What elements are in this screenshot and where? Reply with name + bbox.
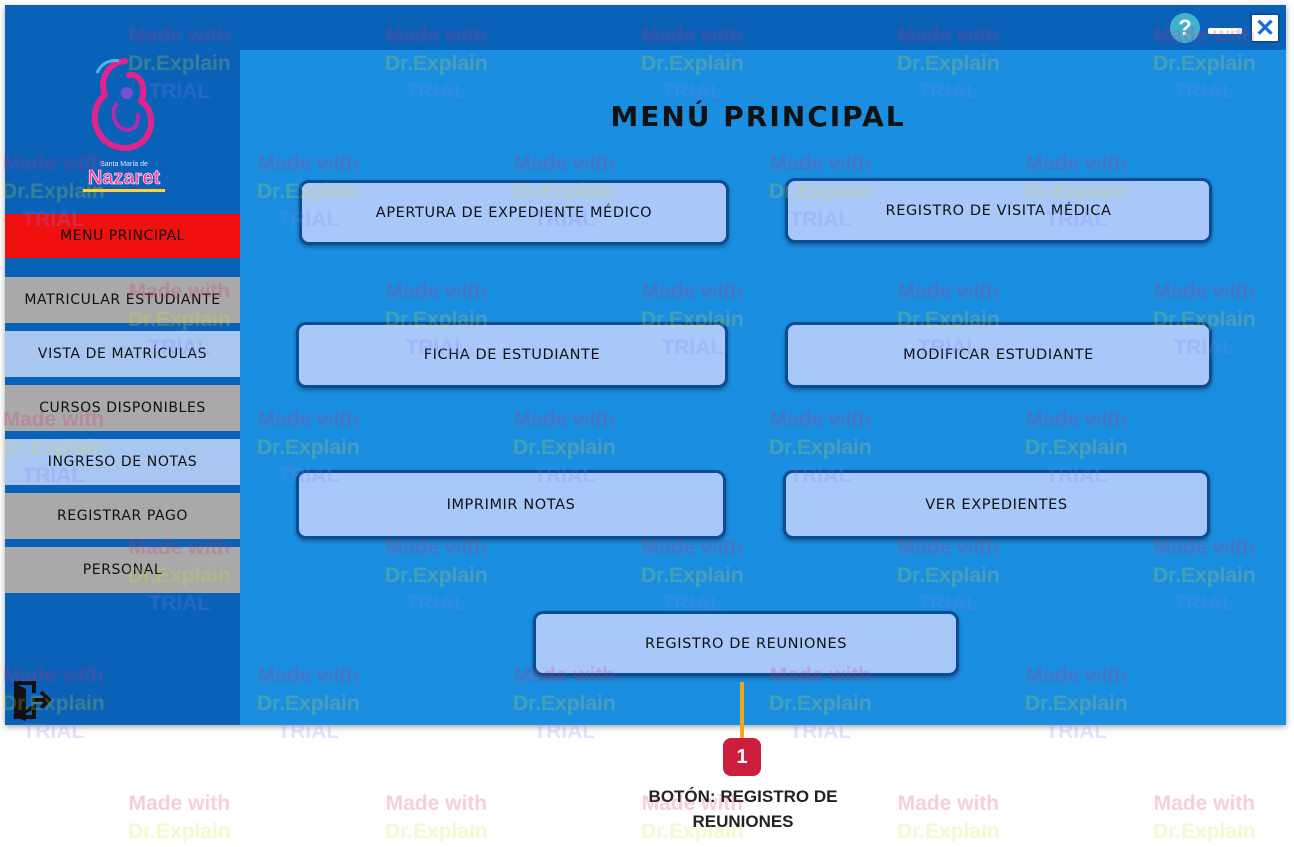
help-icon[interactable]: ? bbox=[1170, 13, 1200, 43]
callout-label-line1: BOTÓN: REGISTRO DE bbox=[648, 787, 838, 806]
ficha-estudiante-button[interactable]: FICHA DE ESTUDIANTE bbox=[296, 322, 728, 388]
callout-line bbox=[740, 682, 744, 738]
sidebar-item-personal[interactable]: PERSONAL bbox=[5, 547, 240, 593]
school-logo: Santa María de Nazaret bbox=[83, 58, 165, 192]
callout-label-line2: REUNIONES bbox=[692, 812, 794, 831]
apertura-expediente-button[interactable]: APERTURA DE EXPEDIENTE MÉDICO bbox=[299, 180, 729, 245]
sidebar-item-cursos-disponibles[interactable]: CURSOS DISPONIBLES bbox=[5, 385, 240, 431]
exit-door-icon[interactable] bbox=[8, 679, 52, 723]
watermark: Made with Dr.Explain bbox=[128, 792, 231, 843]
sidebar-item-vista-de-matriculas[interactable]: VISTA DE MATRÍCULAS bbox=[5, 331, 240, 377]
watermark: Made with Dr.Explain bbox=[1153, 792, 1256, 843]
imprimir-notas-button[interactable]: IMPRIMIR NOTAS bbox=[296, 470, 726, 539]
callout-label: BOTÓN: REGISTRO DE REUNIONES bbox=[608, 784, 878, 834]
minimize-icon[interactable] bbox=[1208, 28, 1242, 34]
watermark: Made with Dr.Explain bbox=[385, 792, 488, 843]
logo-text-main: Nazaret bbox=[88, 167, 161, 189]
modificar-estudiante-button[interactable]: MODIFICAR ESTUDIANTE bbox=[785, 322, 1212, 388]
registro-visita-medica-button[interactable]: REGISTRO DE VISITA MÉDICA bbox=[785, 178, 1212, 243]
sidebar-item-registrar-pago[interactable]: REGISTRAR PAGO bbox=[5, 493, 240, 539]
sidebar: Santa María de Nazaret MENU PRINCIPAL MA… bbox=[5, 5, 240, 725]
page-title: MENÚ PRINCIPAL bbox=[610, 100, 906, 133]
sidebar-item-matricular-estudiante[interactable]: MATRICULAR ESTUDIANTE bbox=[5, 277, 240, 323]
menu-principal-item[interactable]: MENU PRINCIPAL bbox=[5, 214, 240, 258]
watermark: Made with Dr.Explain bbox=[897, 792, 1000, 843]
window-controls: ? ✕ bbox=[1170, 13, 1280, 43]
callout-number-badge: 1 bbox=[723, 738, 761, 776]
registro-reuniones-button[interactable]: REGISTRO DE REUNIONES bbox=[533, 611, 959, 676]
close-icon[interactable]: ✕ bbox=[1250, 13, 1280, 43]
ver-expedientes-button[interactable]: VER EXPEDIENTES bbox=[783, 470, 1210, 539]
sidebar-item-ingreso-de-notas[interactable]: INGRESO DE NOTAS bbox=[5, 439, 240, 485]
